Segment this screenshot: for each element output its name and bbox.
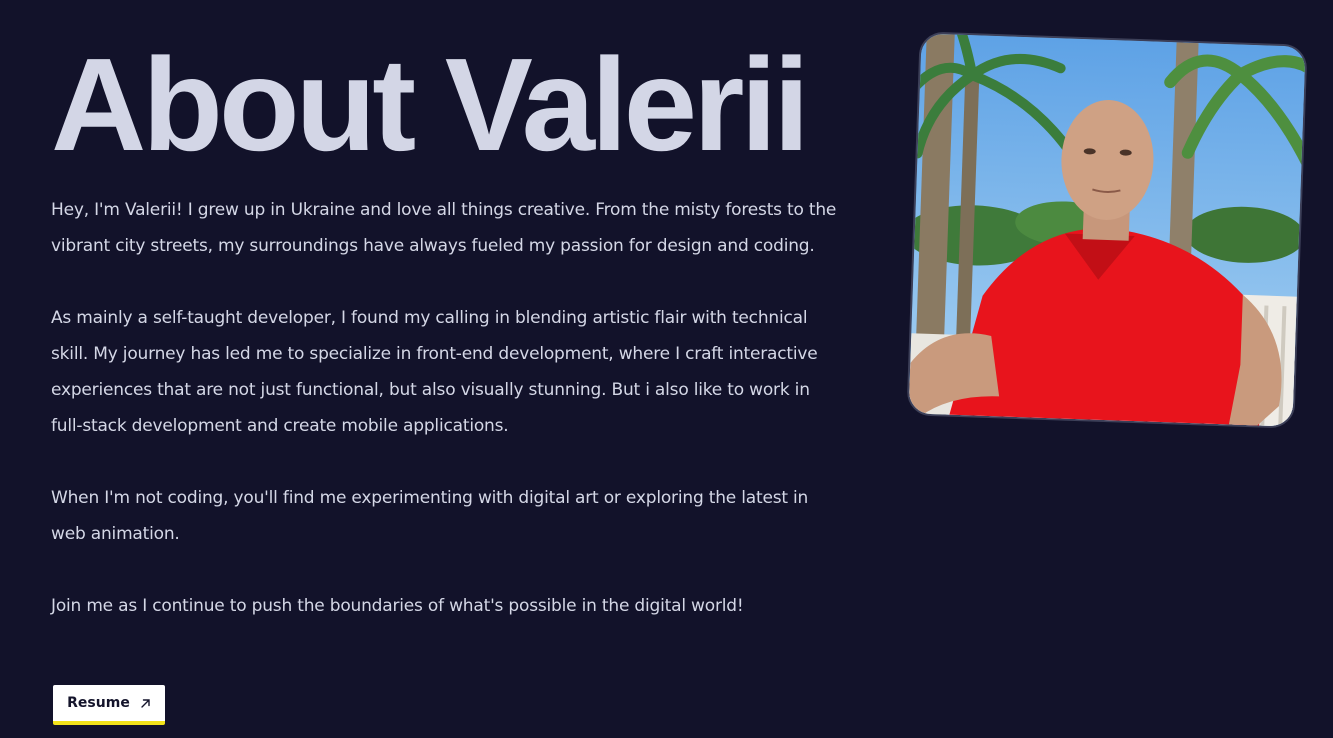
resume-button-label: Resume [67, 695, 130, 711]
bio-paragraph: Join me as I continue to push the bounda… [51, 596, 744, 616]
bio-section: Hey, I'm Valerii! I grew up in Ukraine a… [51, 192, 841, 660]
arrow-up-right-icon [140, 698, 151, 709]
bio-paragraph: Hey, I'm Valerii! I grew up in Ukraine a… [51, 200, 837, 256]
resume-button[interactable]: Resume [53, 685, 165, 725]
bio-paragraph: When I'm not coding, you'll find me expe… [51, 488, 809, 544]
profile-photo [906, 31, 1308, 429]
page-title: About Valerii [51, 31, 810, 178]
bio-paragraph: As mainly a self-taught developer, I fou… [51, 308, 818, 436]
